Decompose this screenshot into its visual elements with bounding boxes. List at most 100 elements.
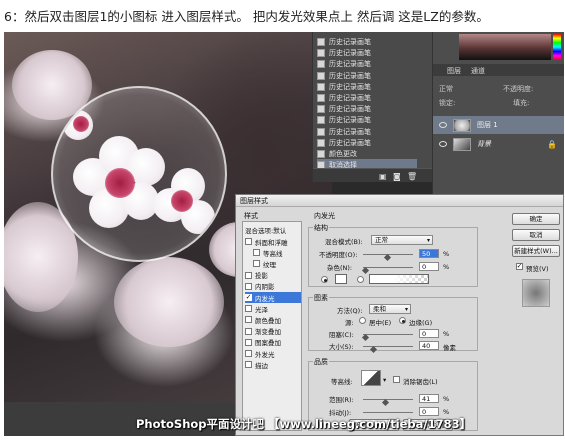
glow-gradient-swatch[interactable] — [369, 274, 429, 284]
contour-dropdown-icon[interactable]: ▾ — [383, 376, 386, 384]
choke-knob[interactable] — [361, 333, 370, 342]
tab-layers[interactable]: 图层 — [447, 66, 461, 76]
choke-label: 阻塞(C): — [329, 331, 354, 339]
visibility-eye-icon[interactable] — [439, 122, 447, 128]
visibility-eye-icon[interactable] — [439, 141, 447, 147]
style-item[interactable]: 等高线 — [253, 247, 309, 258]
style-checkbox[interactable] — [245, 350, 252, 357]
style-item[interactable]: 颜色叠加 — [245, 314, 301, 325]
history-item-label: 历史记录画笔 — [329, 116, 371, 125]
gradient-radio[interactable] — [357, 276, 364, 283]
edge-radio[interactable] — [399, 317, 406, 324]
preview-checkbox[interactable]: ✓ — [516, 263, 523, 270]
style-checkbox[interactable] — [245, 305, 252, 313]
style-checkbox[interactable] — [245, 271, 252, 279]
style-item[interactable]: 外发光 — [245, 348, 301, 359]
style-item[interactable]: 光泽 — [245, 303, 301, 314]
range-knob[interactable] — [381, 398, 390, 407]
history-item[interactable]: 颜色更改 — [317, 148, 417, 160]
style-checkbox[interactable] — [245, 316, 252, 324]
noise-knob[interactable] — [361, 266, 370, 275]
style-checkbox[interactable] — [245, 361, 252, 369]
layer-blend-mode[interactable]: 正常 — [439, 84, 453, 94]
structure-group: 结构 混合模式(B): 正常 不透明度(O): 50 % 杂色(N): 0 % — [308, 223, 478, 287]
size-slider[interactable] — [363, 346, 413, 347]
lock-label: 锁定: — [439, 99, 456, 107]
style-item-label: 图案叠加 — [255, 339, 281, 348]
flower-center — [73, 116, 89, 132]
history-toolbar: ▣ ◙ 🗑 — [313, 168, 433, 182]
history-item[interactable]: 历史记录画笔 — [317, 58, 417, 70]
new-style-button[interactable]: 新建样式(W)... — [512, 245, 560, 257]
style-item[interactable]: 图案叠加 — [245, 337, 301, 348]
style-item[interactable]: 内阴影 — [245, 281, 301, 292]
opacity-field[interactable]: 50 — [419, 249, 439, 258]
range-field[interactable]: 41 — [419, 394, 439, 403]
size-knob[interactable] — [369, 345, 378, 354]
style-item[interactable]: 投影 — [245, 270, 301, 281]
tab-channels[interactable]: 通道 — [471, 66, 485, 76]
history-item[interactable]: 历史记录画笔 — [317, 137, 417, 149]
history-item-label: 历史记录画笔 — [329, 82, 371, 91]
contour-preview[interactable] — [361, 370, 381, 386]
style-item-label: 内发光 — [255, 294, 275, 303]
history-item-label: 历史记录画笔 — [329, 138, 371, 147]
history-item[interactable]: 历史记录画笔 — [317, 103, 417, 115]
style-checkbox[interactable] — [245, 238, 252, 245]
style-item[interactable]: 渐变叠加 — [245, 326, 301, 337]
trash-icon[interactable]: 🗑 — [407, 172, 417, 181]
style-checkbox[interactable] — [245, 338, 252, 346]
history-item[interactable]: 历史记录画笔 — [317, 70, 417, 82]
style-item[interactable]: 描边 — [245, 359, 301, 370]
style-checkbox[interactable] — [245, 327, 252, 335]
style-item[interactable]: 纹理 — [253, 258, 309, 269]
layer-row-1[interactable]: 图层 1 — [433, 116, 564, 134]
history-item-label: 历史记录画笔 — [329, 49, 371, 58]
cancel-button[interactable]: 取消 — [512, 229, 560, 241]
color-picker-field[interactable] — [459, 34, 551, 60]
method-label: 方法(Q): — [337, 307, 363, 315]
layer-row-background[interactable]: 背景 🔒 — [433, 135, 564, 153]
style-checkbox[interactable]: ✓ — [245, 294, 252, 301]
history-item[interactable]: 历史记录画笔 — [317, 81, 417, 93]
blend-options-item[interactable]: 混合选项:默认 — [245, 224, 301, 235]
opacity-knob[interactable] — [383, 253, 392, 262]
style-item[interactable]: ✓ 内发光 — [245, 292, 301, 303]
style-checkbox[interactable] — [253, 260, 260, 268]
layer-thumbnail[interactable] — [453, 118, 471, 132]
history-item[interactable]: 历史记录画笔 — [317, 47, 417, 59]
noise-field[interactable]: 0 — [419, 262, 439, 271]
choke-slider[interactable] — [363, 334, 413, 335]
history-item[interactable]: 历史记录画笔 — [317, 114, 417, 126]
camera-icon[interactable]: ◙ — [393, 172, 401, 181]
method-select[interactable]: 柔和 — [369, 304, 411, 314]
choke-field[interactable]: 0 — [419, 329, 439, 338]
size-field[interactable]: 40 — [419, 341, 439, 350]
percent-unit: % — [443, 250, 450, 258]
style-item[interactable]: 斜面和浮雕 — [245, 236, 301, 247]
history-item[interactable]: 历史记录画笔 — [317, 36, 417, 48]
glow-color-swatch[interactable] — [335, 274, 347, 284]
antialias-checkbox[interactable] — [393, 376, 400, 383]
ok-button[interactable]: 确定 — [512, 213, 560, 225]
history-item[interactable]: 历史记录画笔 — [317, 126, 417, 138]
color-radio[interactable] — [321, 276, 328, 283]
blend-mode-select[interactable]: 正常 — [371, 235, 433, 245]
layer-thumbnail[interactable] — [453, 137, 471, 151]
snapshot-icon[interactable]: ▣ — [379, 172, 387, 181]
noise-slider[interactable] — [363, 267, 413, 268]
noise-label: 杂色(N): — [327, 264, 353, 272]
layer-style-dialog: 图层样式 样式 混合选项:默认 斜面和浮雕 等高线 纹理 投影 内阴影 ✓ 内发光 光泽 颜色叠… — [235, 194, 564, 436]
fill-label: 填充: — [513, 99, 530, 107]
range-slider[interactable] — [363, 399, 413, 400]
center-radio[interactable] — [359, 317, 366, 324]
styles-header[interactable]: 样式 — [244, 211, 258, 221]
jitter-slider[interactable] — [363, 412, 413, 413]
history-item-label: 颜色更改 — [329, 150, 357, 158]
hue-slider[interactable] — [553, 34, 561, 60]
jitter-field[interactable]: 0 — [419, 407, 439, 416]
style-item-label: 等高线 — [263, 249, 283, 258]
style-checkbox[interactable] — [245, 282, 252, 290]
history-item[interactable]: 历史记录画笔 — [317, 92, 417, 104]
style-checkbox[interactable] — [253, 249, 260, 257]
